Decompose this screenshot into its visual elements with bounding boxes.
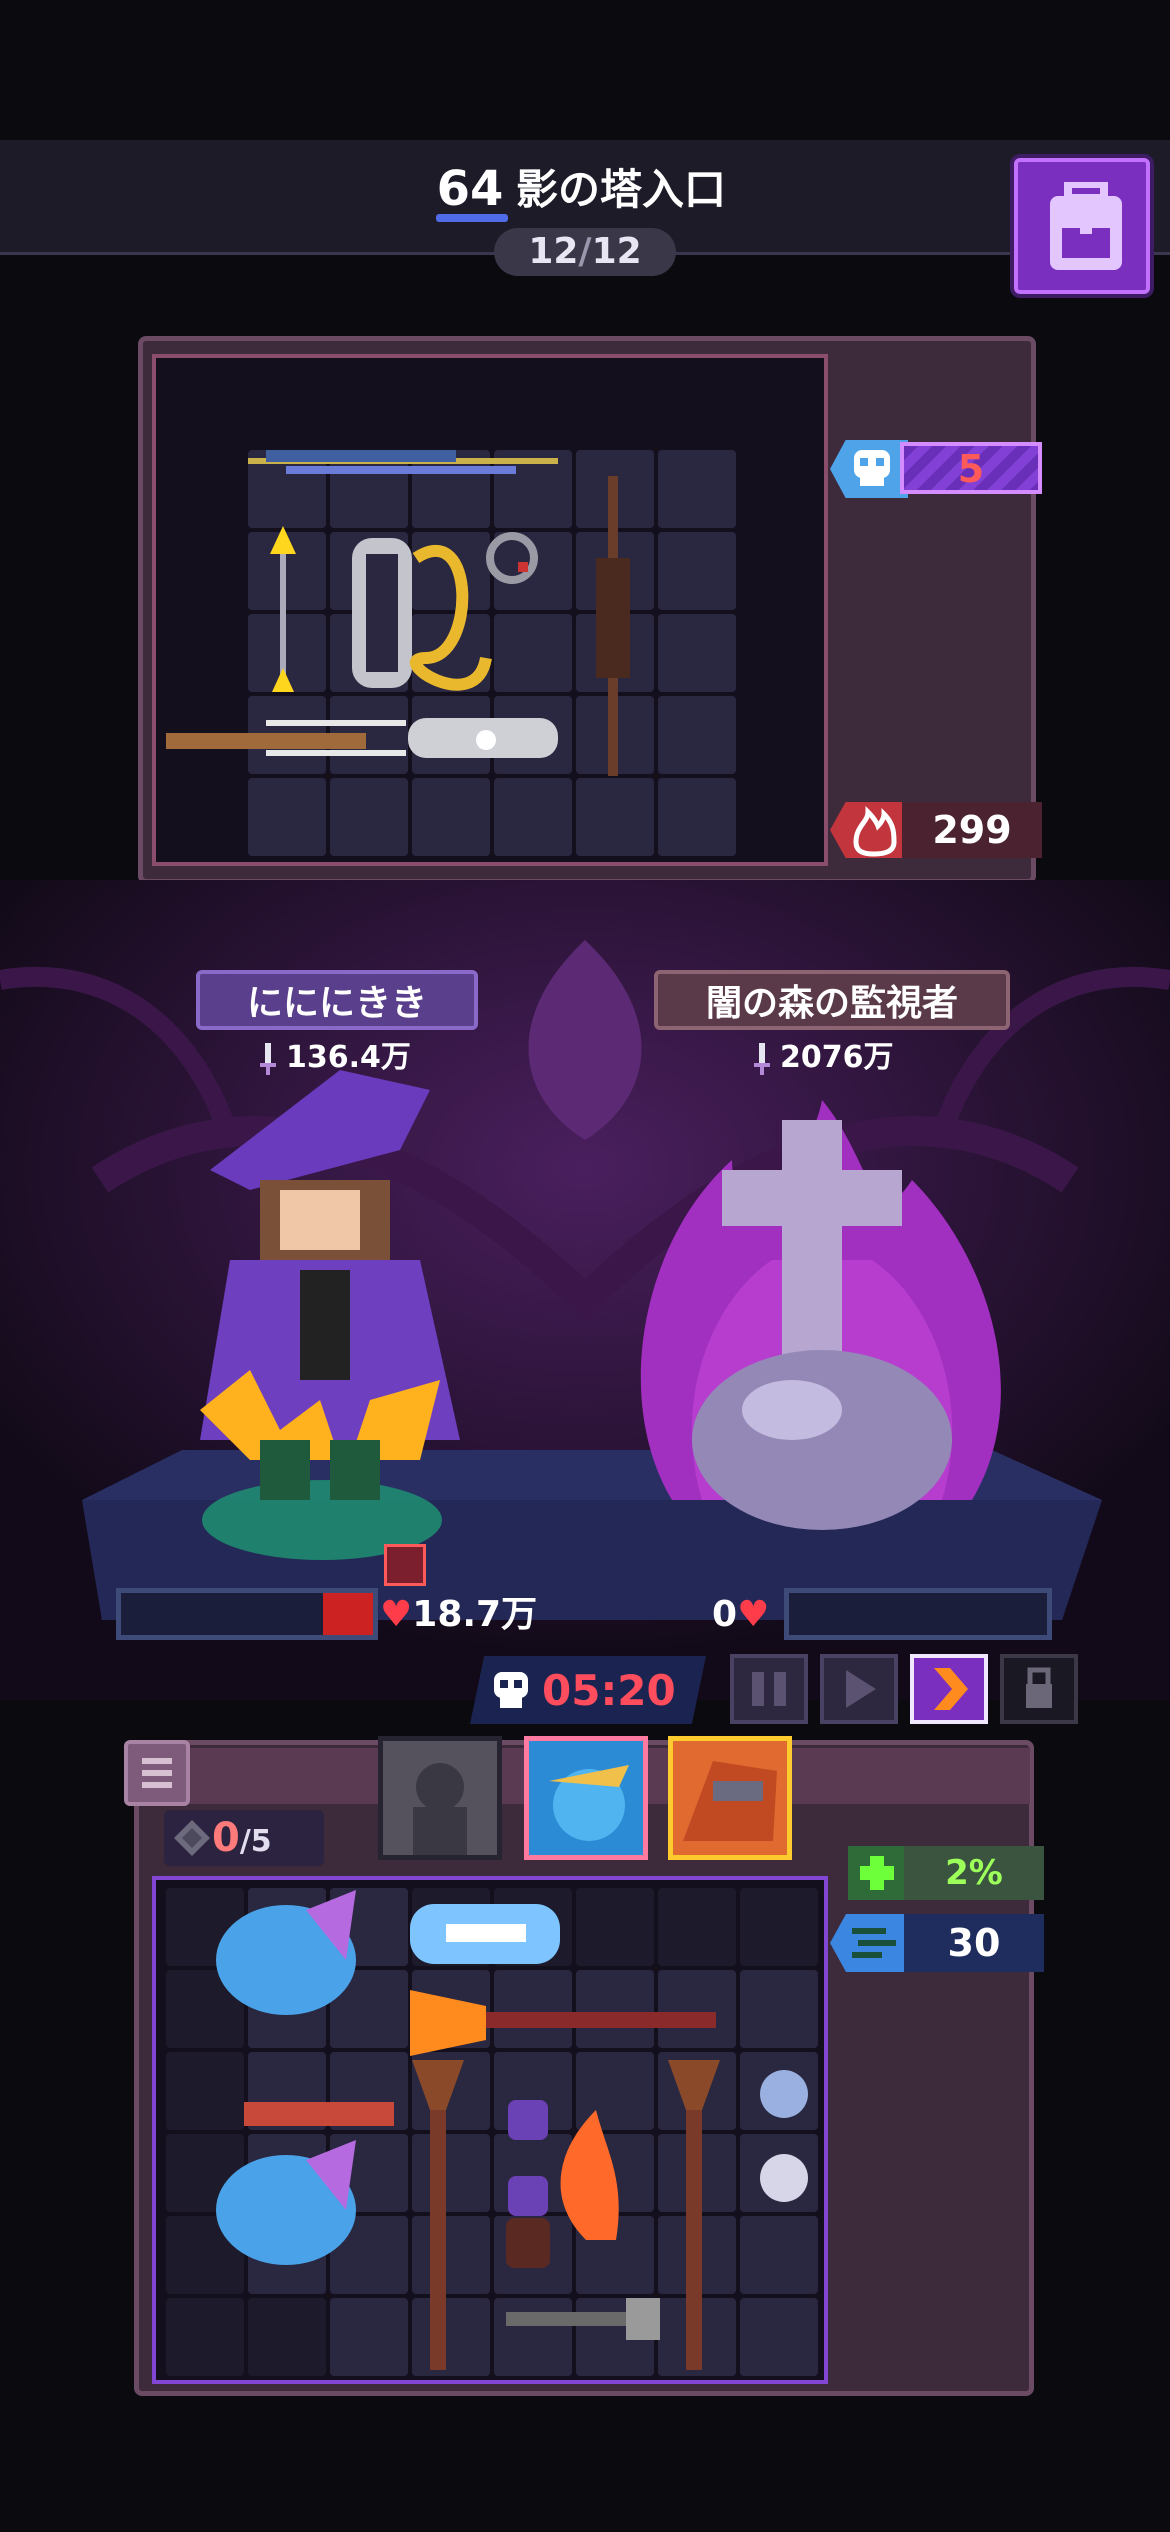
backpack-button[interactable] bbox=[1014, 158, 1150, 294]
gem-icon bbox=[174, 1820, 210, 1856]
player-character bbox=[200, 1070, 460, 1500]
rope-item bbox=[410, 544, 492, 691]
lock-button[interactable] bbox=[1000, 1654, 1078, 1724]
level-underline bbox=[436, 214, 508, 222]
broom-vertical-item bbox=[412, 2060, 464, 2370]
blue-dragon-item bbox=[216, 1890, 356, 2015]
fire-counter: 299 bbox=[830, 802, 1046, 858]
enemy-nameplate: 闇の森の監視者 bbox=[654, 970, 1010, 1030]
wind-count: 30 bbox=[947, 1921, 1001, 1965]
hero-slot-1[interactable] bbox=[378, 1736, 502, 1860]
player-hp-bar bbox=[116, 1588, 378, 1640]
ring-item bbox=[486, 532, 538, 584]
enemy-hp-value: 0 bbox=[712, 1594, 738, 1635]
burn-status-icon bbox=[384, 1544, 426, 1586]
crossbow-item bbox=[248, 450, 558, 474]
lightning-cloud-item bbox=[410, 1904, 560, 1964]
arrow-item bbox=[270, 526, 296, 692]
hero-slot-2[interactable] bbox=[524, 1736, 648, 1860]
stage-title: 影の塔入口 bbox=[516, 165, 727, 214]
staff-item bbox=[596, 476, 630, 776]
fast-forward-icon bbox=[934, 1668, 968, 1710]
enemy-inventory-grid bbox=[152, 354, 828, 866]
heal-plus-icon bbox=[848, 1846, 906, 1900]
heal-counter: 2% bbox=[848, 1846, 1044, 1900]
broom-item bbox=[410, 1990, 716, 2056]
skull-icon bbox=[494, 1672, 528, 1708]
lock-icon bbox=[1026, 1667, 1052, 1708]
play-icon bbox=[846, 1670, 876, 1708]
list-button[interactable] bbox=[124, 1740, 190, 1806]
player-hp-value: 18.7万 bbox=[412, 1594, 538, 1635]
sword-icon bbox=[260, 1042, 276, 1075]
enemy-hp-bar bbox=[784, 1588, 1052, 1640]
hero-portrait bbox=[683, 1761, 777, 1841]
broom-vertical-item-2 bbox=[668, 2060, 720, 2370]
pause-icon bbox=[752, 1672, 786, 1706]
skull-counter: 5 bbox=[830, 440, 1046, 498]
play-button[interactable] bbox=[820, 1654, 898, 1724]
progress-current: 12 bbox=[528, 231, 579, 272]
player-items bbox=[216, 1890, 808, 2370]
stage-progress: 12/12 bbox=[494, 228, 676, 276]
slots-total: /5 bbox=[239, 1824, 272, 1859]
gauntlet-item bbox=[506, 2218, 550, 2268]
heart-icon: ♥ bbox=[380, 1594, 413, 1635]
player-hp: ♥18.7万 bbox=[380, 1590, 537, 1640]
fast-forward-button[interactable] bbox=[910, 1654, 988, 1724]
heart-icon: ♥ bbox=[737, 1594, 770, 1635]
slots-used: 0 bbox=[212, 1815, 240, 1861]
level-number: 64 bbox=[436, 161, 504, 217]
progress-separator: / bbox=[578, 231, 592, 272]
skull-icon bbox=[830, 440, 908, 498]
player-nameplate: にににきき bbox=[196, 970, 478, 1030]
bear-trap-item bbox=[408, 718, 558, 758]
enemy-power-value: 2076万 bbox=[780, 1040, 894, 1075]
bow-item bbox=[166, 720, 406, 756]
enemy-tombstone bbox=[640, 1100, 1001, 1530]
slot-counter-text: 0/5 bbox=[212, 1810, 272, 1870]
hammer-item bbox=[506, 2298, 660, 2340]
potion-item bbox=[508, 2100, 548, 2216]
hero-slot-3[interactable] bbox=[668, 1736, 792, 1860]
saw-blade-item bbox=[352, 538, 412, 688]
locked-hero-portrait bbox=[413, 1763, 467, 1855]
player-inventory-grid bbox=[152, 1876, 828, 2384]
spyglass-item bbox=[244, 2102, 394, 2126]
player-hp-fill bbox=[322, 1593, 373, 1635]
fire-count: 299 bbox=[932, 808, 1012, 852]
hero-portrait bbox=[549, 1765, 629, 1841]
wind-icon bbox=[830, 1914, 910, 1972]
heal-percent: 2% bbox=[945, 1853, 1003, 1893]
player-power: 136.4万 bbox=[258, 1038, 411, 1078]
sword-icon bbox=[754, 1042, 770, 1075]
fire-icon bbox=[830, 802, 908, 858]
wind-counter: 30 bbox=[830, 1914, 1044, 1972]
skull-count: 5 bbox=[957, 447, 985, 491]
pause-button[interactable] bbox=[730, 1654, 808, 1724]
blue-dragon-item-2 bbox=[216, 2140, 356, 2265]
enemy-hp: 0♥ bbox=[712, 1590, 769, 1640]
backpack-icon bbox=[1050, 182, 1122, 270]
battle-timer: 05:20 bbox=[542, 1666, 676, 1715]
orb-item bbox=[760, 2070, 808, 2202]
list-icon bbox=[142, 1758, 172, 1788]
flame-item bbox=[560, 2110, 619, 2240]
progress-total: 12 bbox=[591, 231, 642, 272]
enemy-power: 2076万 bbox=[752, 1038, 894, 1078]
enemy-items bbox=[166, 450, 630, 776]
player-power-value: 136.4万 bbox=[286, 1040, 411, 1075]
